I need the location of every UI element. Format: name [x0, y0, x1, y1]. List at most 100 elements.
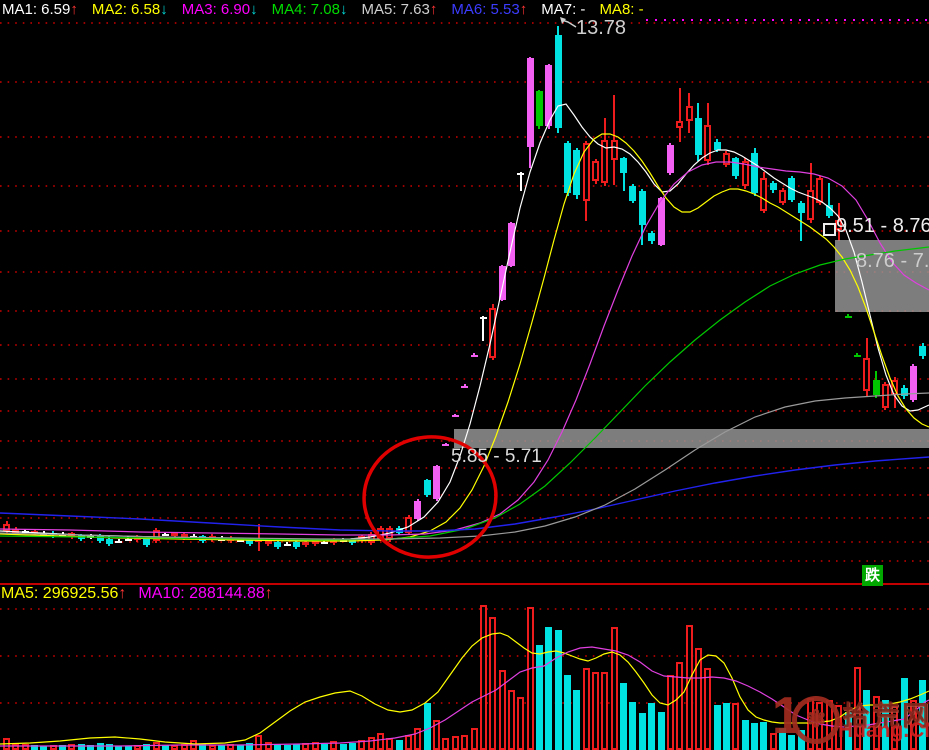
volume-bar — [751, 723, 758, 750]
ma-value-label: MA6: 5.53↑ — [451, 1, 528, 18]
range-label-876-798: 8.76 - 7.98 — [856, 250, 929, 272]
volume-bar — [386, 738, 394, 750]
volume-bar — [414, 728, 422, 750]
watermark-seal-icon: ❃ — [792, 696, 840, 744]
volume-bar — [685, 625, 693, 750]
volume-bar — [133, 745, 141, 750]
volume-bar — [694, 648, 702, 750]
watermark: 1 ❃ 拾荒网 Huang.CN — [772, 690, 929, 748]
volume-bar — [180, 744, 188, 750]
volume-bar — [40, 746, 48, 750]
up-arrow-icon: ↑ — [519, 1, 528, 18]
volume-bar — [526, 607, 534, 750]
volume-bar — [12, 744, 20, 750]
ma-value-label: MA3: 6.90↓ — [181, 1, 258, 18]
volume-bar — [255, 735, 263, 750]
volume-bar — [31, 745, 39, 750]
volume-bar — [161, 745, 169, 750]
stock-chart-window: 13.78 9.51 - 8.76 8.76 - 7.98 5.85 - 5.7… — [0, 0, 929, 750]
volume-bar — [3, 738, 10, 750]
fall-marker-badge: 跌 — [862, 565, 883, 586]
volume-bar — [545, 627, 553, 750]
volume-bar — [564, 675, 571, 750]
volume-bar — [377, 733, 384, 750]
volume-bar — [115, 746, 123, 750]
volume-bar — [573, 690, 581, 750]
volume-pane[interactable] — [0, 0, 929, 750]
down-arrow-icon: ↓ — [160, 1, 168, 18]
watermark-domain: Huang.CN — [838, 719, 929, 742]
volume-bar — [246, 743, 254, 750]
ma-value-label: MA5: 7.63↑ — [361, 1, 438, 18]
volume-bar — [722, 703, 730, 750]
volume-bar — [311, 742, 319, 750]
volume-bar — [405, 735, 413, 750]
volume-bar — [218, 745, 226, 750]
volume-bar — [348, 743, 356, 750]
volume-bar — [227, 744, 235, 750]
volume-bar — [21, 744, 29, 750]
volume-bar — [507, 690, 515, 750]
volume-bar — [629, 702, 637, 750]
up-arrow-icon: ↑ — [70, 1, 78, 18]
volume-bar — [68, 744, 76, 750]
volume-bar — [283, 745, 291, 750]
volume-bar — [601, 672, 609, 750]
volume-bar — [554, 630, 562, 750]
volume-bar — [77, 744, 85, 750]
volume-bar — [320, 744, 328, 750]
volume-bar — [395, 740, 403, 750]
volume-bar — [498, 670, 506, 750]
volume-bar — [423, 703, 431, 750]
range-label-951-876: 9.51 - 8.76 — [836, 215, 929, 237]
volume-bar — [152, 742, 160, 750]
peak-price-label: 13.78 — [576, 17, 627, 39]
volume-bar — [302, 743, 310, 750]
up-arrow-icon: ↑ — [429, 1, 438, 18]
volume-bar — [741, 720, 749, 750]
volume-bar — [87, 745, 95, 750]
ma-value-label: MA2: 6.58↓ — [91, 1, 168, 18]
volume-bar — [582, 668, 590, 750]
volume-ma-value-label: MA10: 288144.88↑ — [138, 585, 273, 602]
volume-bar — [292, 744, 300, 750]
volume-bar — [517, 697, 525, 750]
ma-value-label: MA1: 6.59↑ — [2, 1, 78, 18]
ma-indicator-header: MA1: 6.59↑ MA2: 6.58↓ MA3: 6.90↓ MA4: 7.08↓… — [2, 0, 658, 19]
volume-bar — [470, 728, 478, 750]
volume-bar — [367, 737, 375, 750]
up-arrow-icon: ↑ — [118, 585, 127, 602]
volume-bar — [479, 605, 487, 750]
volume-bar — [264, 742, 272, 750]
volume-bar — [620, 683, 628, 750]
volume-bar — [676, 662, 684, 750]
volume-ma-header: MA5: 296925.56↑ MA10: 288144.88↑ — [1, 585, 285, 603]
volume-bar — [461, 735, 469, 750]
volume-bar — [199, 744, 207, 750]
volume-bar — [732, 703, 740, 750]
down-arrow-icon: ↓ — [250, 1, 258, 18]
down-arrow-icon: ↓ — [340, 1, 348, 18]
volume-bar — [451, 736, 459, 750]
volume-bar — [330, 741, 338, 750]
volume-bar — [610, 627, 618, 750]
up-arrow-icon: ↑ — [264, 585, 273, 602]
ma-value-label: MA8: - — [599, 1, 644, 18]
volume-bar — [274, 744, 282, 750]
ma-value-label: MA7: - — [541, 1, 586, 18]
volume-bar — [535, 645, 543, 750]
volume-bar — [433, 720, 441, 750]
ma-value-label: MA4: 7.08↓ — [271, 1, 348, 18]
volume-bar — [442, 738, 450, 750]
volume-bar — [143, 744, 151, 750]
volume-bar — [666, 675, 674, 750]
volume-bar — [760, 722, 768, 750]
volume-bar — [648, 703, 656, 750]
volume-bar — [59, 745, 67, 750]
volume-bar — [236, 745, 244, 750]
range-box-handle[interactable] — [823, 223, 836, 236]
volume-bar — [713, 705, 721, 750]
volume-bar — [96, 743, 104, 750]
volume-bar — [171, 745, 179, 750]
volume-bar — [105, 744, 113, 750]
